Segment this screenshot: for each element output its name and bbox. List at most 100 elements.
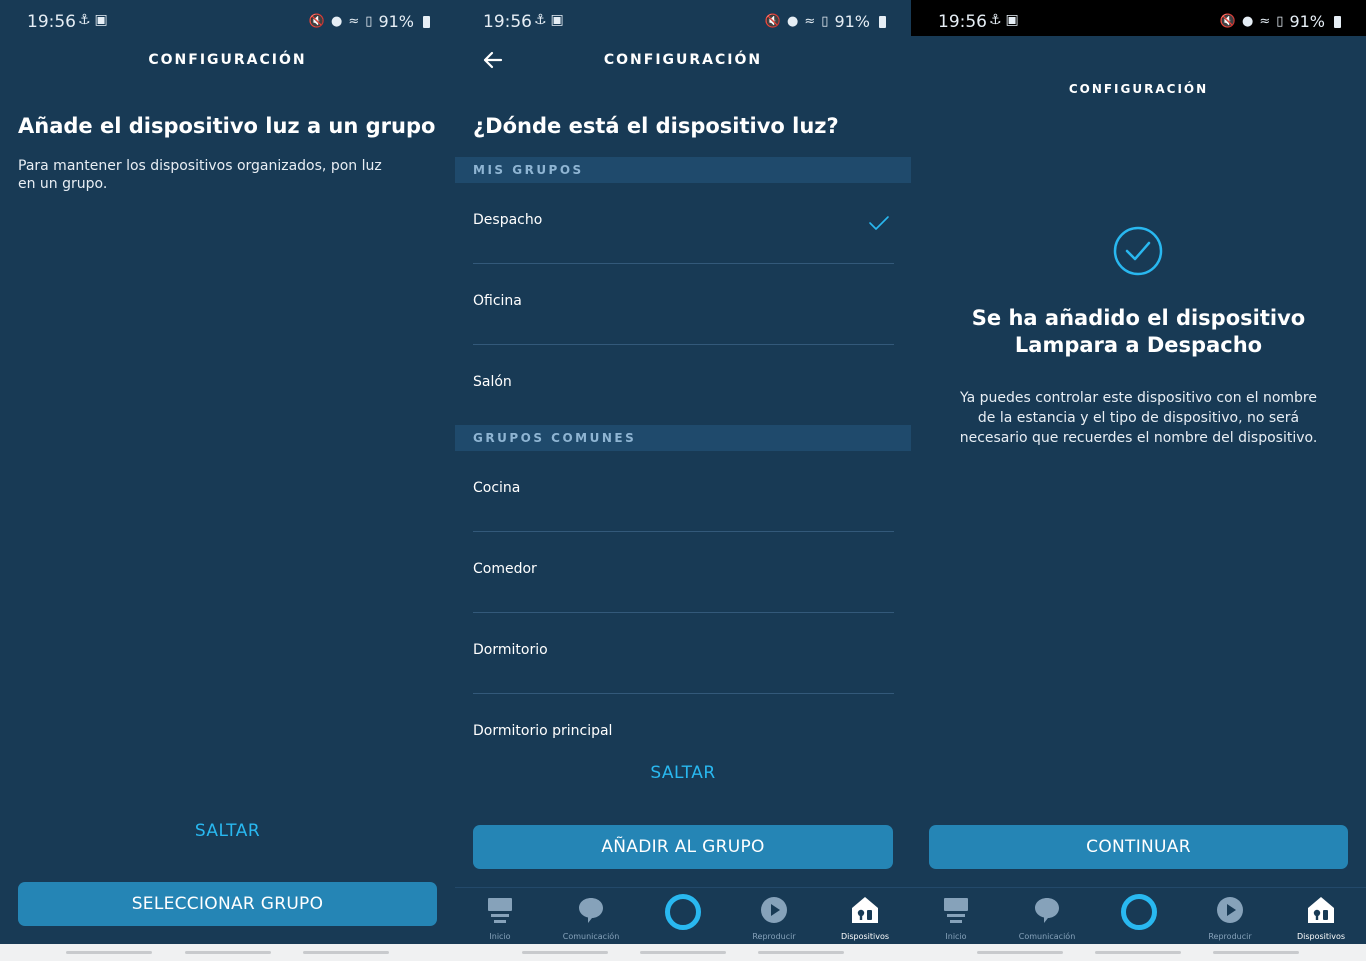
status-time: 19:56	[483, 12, 532, 32]
battery-icon	[423, 15, 430, 28]
nav-item-alexa[interactable]	[638, 894, 728, 930]
group-item-oficina[interactable]: Oficina	[473, 264, 894, 345]
chat-icon	[579, 898, 603, 923]
system-nav-handle	[522, 951, 608, 954]
devices-icon	[852, 897, 878, 923]
page-title: ¿Dónde está el dispositivo luz?	[473, 114, 839, 138]
group-item-dormitorio[interactable]: Dormitorio	[473, 613, 894, 694]
system-nav-handle	[303, 951, 389, 954]
group-label: Dormitorio principal	[473, 723, 613, 739]
success-title: Se ha añadido el dispositivo Lampara a D…	[911, 305, 1366, 359]
signal-icon: ▯	[365, 14, 373, 29]
group-item-dormitorio-principal[interactable]: Dormitorio principal	[473, 694, 894, 744]
group-item-comedor[interactable]: Comedor	[473, 532, 894, 613]
section-header-common-groups: GRUPOS COMUNES	[455, 425, 911, 451]
status-indicators: 🔇 ● ≈ ▯ 91%	[765, 12, 886, 31]
nav-item-inicio[interactable]: Inicio	[911, 894, 1001, 941]
group-label: Dormitorio	[473, 642, 548, 658]
system-nav-handle	[977, 951, 1063, 954]
success-title-line1: Se ha añadido el dispositivo	[971, 306, 1306, 330]
devices-icon	[1308, 897, 1334, 923]
group-label: Cocina	[473, 480, 521, 496]
nav-label: Comunicación	[562, 932, 620, 941]
group-label: Salón	[473, 374, 512, 390]
battery-icon	[1334, 15, 1341, 28]
nav-item-inicio[interactable]: Inicio	[455, 894, 545, 941]
battery-percent: 91%	[378, 12, 414, 31]
battery-percent: 91%	[1289, 12, 1325, 31]
screen-success: 19:56 ⚓▣ 🔇 ● ≈ ▯ 91% CONFIGURACIÓN Se ha…	[911, 0, 1366, 944]
nav-item-comunicacion[interactable]: Comunicación	[546, 894, 636, 941]
group-label: Oficina	[473, 293, 522, 309]
add-to-group-button[interactable]: AÑADIR AL GRUPO	[473, 825, 893, 869]
status-bar: 19:56 ⚓▣ 🔇 ● ≈ ▯ 91%	[0, 0, 455, 44]
system-nav-handle	[1095, 951, 1181, 954]
location-icon: ●	[1242, 14, 1254, 29]
group-item-despacho[interactable]: Despacho	[473, 183, 894, 264]
continue-button[interactable]: CONTINUAR	[929, 825, 1348, 869]
location-icon: ●	[787, 14, 799, 29]
wifi-icon: ≈	[804, 14, 816, 29]
system-nav-handle	[1213, 951, 1299, 954]
section-header-my-groups: MIS GRUPOS	[455, 157, 911, 183]
bottom-nav: Inicio Comunicación Reproducir Dispositi…	[455, 887, 911, 944]
signal-icon: ▯	[821, 14, 829, 29]
page-header-title: CONFIGURACIÓN	[148, 52, 307, 68]
group-label: Comedor	[473, 561, 537, 577]
status-bar: 19:56 ⚓▣ 🔇 ● ≈ ▯ 91%	[455, 0, 911, 44]
home-icon	[488, 898, 512, 923]
bottom-nav: Inicio Comunicación Reproducir Dispositi…	[911, 887, 1366, 944]
play-icon	[761, 897, 787, 923]
nav-label: Dispositivos	[1296, 932, 1346, 941]
nav-item-dispositivos[interactable]: Dispositivos	[1276, 894, 1366, 941]
notification-icons: ⚓▣	[989, 12, 1023, 28]
nav-label: Inicio	[489, 932, 511, 941]
skip-button[interactable]: SALTAR	[455, 763, 911, 783]
skip-button[interactable]: SALTAR	[0, 821, 455, 841]
home-icon	[944, 898, 968, 923]
battery-percent: 91%	[834, 12, 870, 31]
group-label: Despacho	[473, 212, 543, 228]
play-icon	[1217, 897, 1243, 923]
nav-label: Reproducir	[1208, 932, 1252, 941]
status-time: 19:56	[27, 12, 76, 32]
nav-item-reproducir[interactable]: Reproducir	[1185, 894, 1275, 941]
success-check-icon	[1113, 226, 1163, 276]
status-indicators: 🔇 ● ≈ ▯ 91%	[309, 12, 430, 31]
system-nav-handle	[758, 951, 844, 954]
system-nav-handle	[66, 951, 152, 954]
status-time: 19:56	[938, 12, 987, 32]
alexa-ring-icon	[1121, 894, 1157, 930]
nav-label: Dispositivos	[840, 932, 890, 941]
page-header-title: CONFIGURACIÓN	[603, 52, 763, 68]
success-title-line2: Lampara a Despacho	[1014, 333, 1263, 357]
location-icon: ●	[331, 14, 343, 29]
screen-choose-group: 19:56 ⚓▣ 🔇 ● ≈ ▯ 91% CONFIGURACIÓN ¿Dónd…	[455, 0, 911, 944]
system-nav-handle	[640, 951, 726, 954]
select-group-button[interactable]: SELECCIONAR GRUPO	[18, 882, 437, 926]
chat-icon	[1035, 898, 1059, 923]
battery-icon	[879, 15, 886, 28]
nav-item-comunicacion[interactable]: Comunicación	[1002, 894, 1092, 941]
notification-icons: ⚓▣	[78, 12, 112, 28]
page-header-title: CONFIGURACIÓN	[1068, 82, 1209, 96]
group-item-cocina[interactable]: Cocina	[473, 451, 894, 532]
signal-icon: ▯	[1276, 14, 1284, 29]
system-nav-handle	[185, 951, 271, 954]
mute-icon: 🔇	[308, 14, 326, 29]
nav-label: Reproducir	[752, 932, 796, 941]
nav-item-reproducir[interactable]: Reproducir	[729, 894, 819, 941]
screen-add-to-group: 19:56 ⚓▣ 🔇 ● ≈ ▯ 91% CONFIGURACIÓN Añade…	[0, 0, 455, 944]
nav-item-dispositivos[interactable]: Dispositivos	[820, 894, 910, 941]
group-item-salon[interactable]: Salón	[473, 345, 894, 426]
nav-item-alexa[interactable]	[1094, 894, 1184, 930]
success-message: Ya puedes controlar este dispositivo con…	[959, 390, 1318, 446]
alexa-ring-icon	[665, 894, 701, 930]
wifi-icon: ≈	[1259, 14, 1271, 29]
page-title: Añade el dispositivo luz a un grupo	[18, 114, 436, 138]
nav-label: Inicio	[945, 932, 967, 941]
nav-label: Comunicación	[1018, 932, 1076, 941]
status-bar: 19:56 ⚓▣ 🔇 ● ≈ ▯ 91%	[911, 0, 1366, 36]
mute-icon: 🔇	[764, 14, 782, 29]
mute-icon: 🔇	[1219, 14, 1237, 29]
